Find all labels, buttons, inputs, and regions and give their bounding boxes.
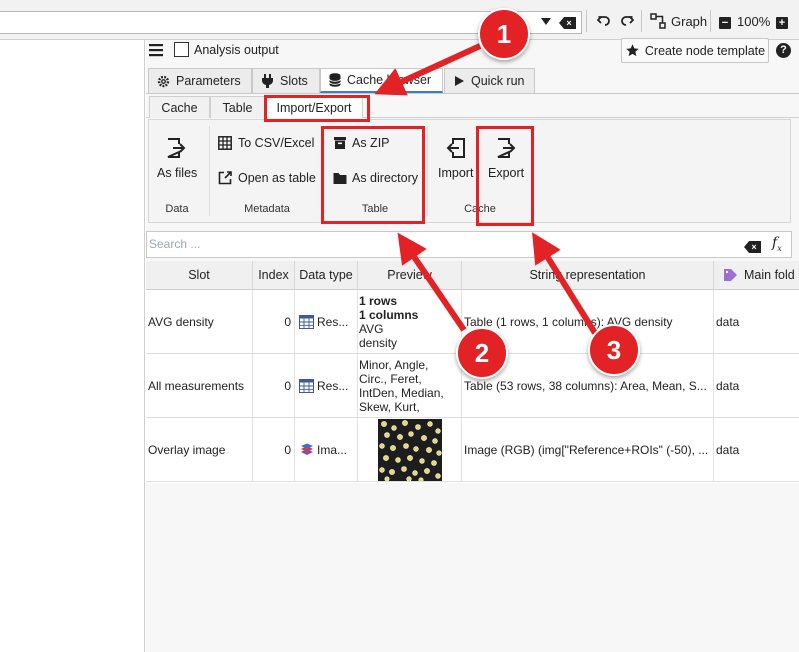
arrow-2: [397, 232, 467, 332]
annotation-arrows: [374, 43, 598, 335]
callout-3: 3: [588, 324, 640, 376]
arrow-3: [532, 232, 598, 335]
arrow-1: [374, 43, 482, 96]
callout-1: 1: [478, 8, 530, 60]
callout-2: 2: [456, 327, 508, 379]
